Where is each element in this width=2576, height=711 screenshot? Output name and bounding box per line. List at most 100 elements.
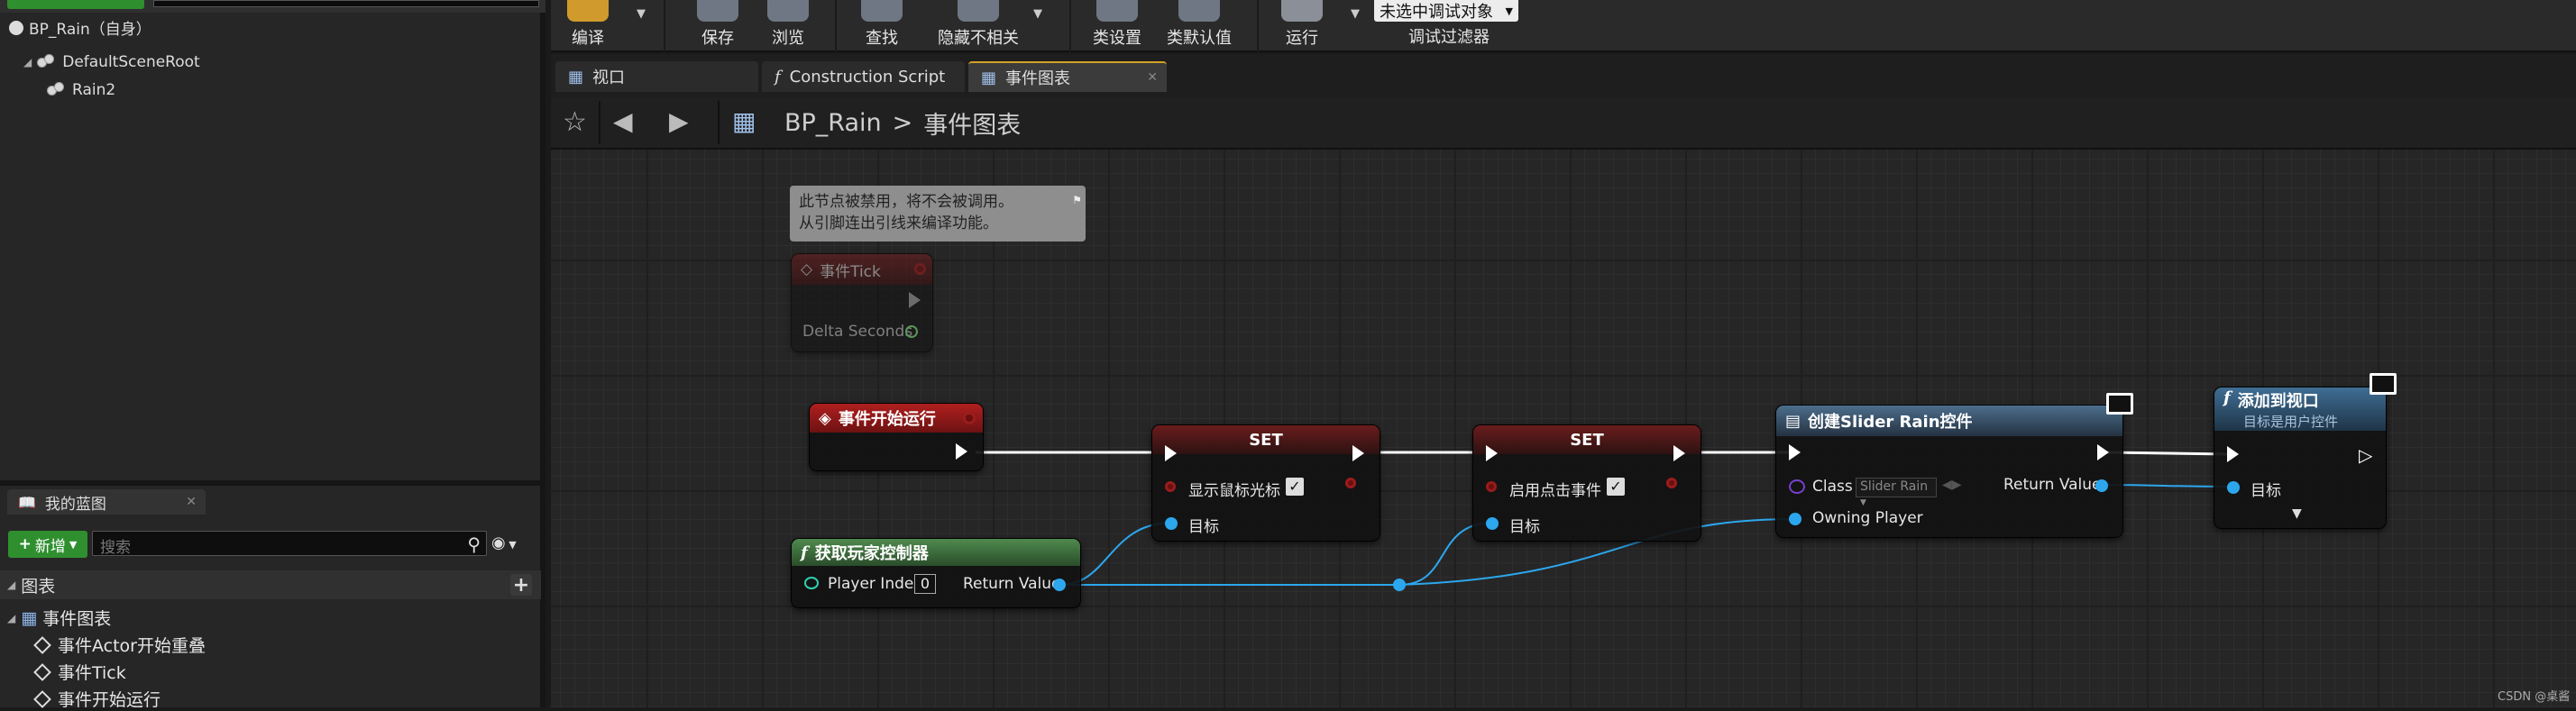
chevron-down-icon[interactable]: ▼ — [1033, 7, 1042, 21]
node-add-to-viewport[interactable]: f 添加到视口 目标是用户控件 ▷ 目标 ▼ — [2214, 387, 2386, 528]
node-title: 添加到视口 — [2237, 391, 2319, 411]
bool-pin[interactable] — [1165, 481, 1176, 492]
exec-out-pin[interactable] — [909, 292, 921, 308]
pin-label: Return Value — [2003, 476, 2102, 494]
run-button[interactable]: 运行 — [1275, 0, 1329, 52]
tab-label: 我的蓝图 — [44, 495, 106, 514]
node-event-beginplay[interactable]: ◈ 事件开始运行 — [810, 404, 983, 470]
exec-out-pin[interactable] — [956, 443, 967, 460]
tree-root-self[interactable]: BP_Rain（自身） — [9, 16, 151, 39]
class-defaults-button[interactable]: 类默认值 — [1163, 0, 1235, 52]
tab-construction-script[interactable]: f Construction Script — [762, 61, 965, 92]
client-only-icon — [2106, 393, 2133, 415]
player-index-input[interactable]: 0 — [914, 574, 936, 594]
browse-button[interactable]: 浏览 — [761, 0, 815, 52]
exec-in-pin[interactable] — [2227, 446, 2239, 462]
pin-label: 显示鼠标光标 — [1188, 482, 1280, 500]
target-pin[interactable] — [2227, 481, 2240, 494]
chevron-down-icon[interactable]: ▼ — [1351, 7, 1360, 21]
view-options-button[interactable]: ◉ ▼ — [491, 533, 517, 552]
star-icon[interactable]: ☆ — [563, 106, 587, 138]
find-button[interactable]: 查找 — [855, 0, 909, 52]
node-set-click-events[interactable]: SET 启用点击事件 ✓ 目标 — [1473, 425, 1701, 541]
exec-out-pin[interactable] — [2097, 444, 2109, 460]
expand-arrow-icon[interactable]: ◢ — [23, 56, 32, 68]
event-item[interactable]: 事件Actor开始重叠 — [32, 633, 206, 657]
pin-label: 目标 — [2251, 482, 2281, 500]
graphs-section-header[interactable]: ◢ 图表 + — [0, 570, 541, 599]
object-pin[interactable] — [1053, 579, 1066, 591]
close-icon[interactable]: ✕ — [186, 495, 197, 509]
expand-arrow-icon[interactable]: ◢ — [7, 612, 15, 624]
exec-out-pin[interactable] — [1352, 445, 1364, 461]
save-button[interactable]: 保存 — [691, 0, 745, 52]
exec-out-pin[interactable] — [1673, 445, 1685, 461]
node-create-widget[interactable]: ▤ 创建Slider Rain控件 Class Slider Rain ▼ ◀▶… — [1776, 406, 2122, 537]
search-input[interactable]: 搜索 ⚲ — [92, 531, 487, 557]
tab-label: 事件图表 — [1005, 69, 1071, 88]
bool-out-pin[interactable] — [1345, 478, 1356, 488]
node-set-show-cursor[interactable]: SET 显示鼠标光标 ✓ 目标 — [1152, 425, 1380, 541]
function-icon: f — [2223, 387, 2231, 407]
components-search-input[interactable] — [153, 0, 539, 7]
toolbar-separator — [664, 0, 665, 52]
checkbox[interactable]: ✓ — [1286, 478, 1304, 496]
node-event-tick[interactable]: ◇ 事件Tick Delta Seconds — [792, 254, 932, 351]
node-header: ◇ 事件Tick — [792, 254, 932, 285]
class-select[interactable]: Slider Rain ▼ — [1856, 478, 1937, 507]
advanced-expand-icon[interactable]: ▼ — [2292, 506, 2302, 521]
tab-my-blueprint[interactable]: 📖 我的蓝图 ✕ — [7, 489, 206, 515]
exec-in-pin[interactable] — [1486, 445, 1498, 461]
target-pin[interactable] — [1165, 517, 1178, 530]
tab-event-graph[interactable]: ▦ 事件图表 ✕ — [968, 61, 1167, 92]
target-pin[interactable] — [1486, 517, 1499, 530]
debug-object-select[interactable]: 未选中调试对象 ▼ — [1374, 0, 1518, 22]
tree-item-label: Rain2 — [72, 81, 116, 99]
float-pin[interactable] — [905, 325, 918, 338]
browse-label: 浏览 — [772, 29, 804, 48]
exec-in-pin[interactable] — [1165, 445, 1177, 461]
panel-divider[interactable] — [0, 480, 545, 486]
breadcrumb-blueprint[interactable]: BP_Rain — [784, 109, 882, 137]
add-graph-button[interactable]: + — [510, 574, 532, 597]
back-arrow-icon[interactable]: ◀ — [613, 106, 633, 136]
class-pin[interactable] — [1789, 479, 1805, 494]
delegate-pin[interactable] — [914, 263, 926, 275]
graph-item-event-graph[interactable]: ◢ ▦ 事件图表 — [7, 606, 111, 630]
hide-unrelated-label: 隐藏不相关 — [938, 29, 1019, 48]
breadcrumb-graph[interactable]: 事件图表 — [923, 105, 1021, 141]
hide-unrelated-button[interactable]: 隐藏不相关 — [929, 0, 1028, 52]
new-button[interactable]: + 新增 ▼ — [8, 531, 87, 558]
forward-arrow-icon[interactable]: ▶ — [669, 106, 689, 136]
class-settings-button[interactable]: 类设置 — [1087, 0, 1147, 52]
divider — [718, 101, 720, 144]
bool-out-pin[interactable] — [1666, 478, 1677, 488]
event-item[interactable]: 事件Tick — [32, 660, 126, 684]
owning-player-pin[interactable] — [1789, 513, 1801, 525]
checkbox[interactable]: ✓ — [1607, 478, 1625, 496]
compile-button[interactable]: 编译 — [561, 0, 615, 52]
chevron-down-icon[interactable]: ▼ — [637, 7, 646, 21]
save-icon — [697, 0, 738, 22]
chevron-down-icon: ▼ — [69, 538, 78, 551]
tab-viewport[interactable]: ▦ 视口 — [555, 61, 758, 92]
pin-label: Player Index — [828, 575, 923, 593]
actor-icon — [9, 20, 23, 35]
delegate-pin[interactable] — [963, 412, 976, 424]
close-icon[interactable]: ✕ — [1147, 70, 1158, 85]
breadcrumb-separator: > — [892, 109, 913, 137]
int-pin[interactable] — [804, 577, 819, 589]
tree-item-defaultsceneroot[interactable]: ◢ DefaultSceneRoot — [23, 53, 200, 71]
graph-icon: ▦ — [732, 106, 756, 136]
exec-in-pin[interactable] — [1789, 444, 1801, 460]
class-value: Slider Rain — [1860, 479, 1929, 494]
widget-out-pin[interactable] — [2095, 479, 2108, 492]
node-get-player-controller[interactable]: f 获取玩家控制器 Player Index 0 Return Value — [792, 539, 1080, 607]
browse-arrows-icon[interactable]: ◀▶ — [1942, 478, 1962, 492]
tree-item-rain2[interactable]: Rain2 — [47, 81, 115, 99]
bool-pin[interactable] — [1486, 481, 1497, 492]
expand-arrow-icon[interactable]: ◢ — [7, 579, 15, 591]
pin-icon[interactable]: ⚑ — [1072, 189, 1082, 211]
event-icon: ◈ — [819, 408, 831, 428]
add-component-button[interactable] — [7, 0, 144, 9]
